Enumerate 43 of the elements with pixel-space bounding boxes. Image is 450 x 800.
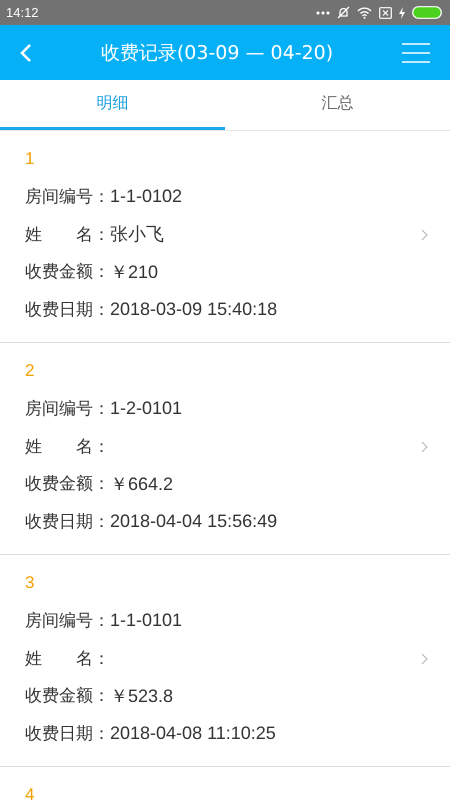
tab[interactable]: 汇总 bbox=[225, 80, 450, 130]
back-icon[interactable] bbox=[20, 42, 32, 62]
field-value: 2018-03-09 15:40:18 bbox=[110, 298, 278, 320]
field-label: 姓 名： bbox=[25, 224, 110, 246]
field-label: 姓 名： bbox=[25, 648, 110, 670]
field-label: 房间编号： bbox=[25, 610, 110, 632]
sim-icon bbox=[379, 6, 392, 18]
record-row[interactable]: 3 房间编号：1-1-0101 姓 名： 收费金额：￥523.8 收费日期：2018-04-08 11:10:25 bbox=[0, 555, 450, 767]
page-title: 收费记录(03-09 — 04-20) bbox=[100, 40, 334, 66]
field-value: 张小飞 bbox=[110, 223, 164, 246]
field-value: ￥210 bbox=[110, 260, 158, 284]
field-value: ￥523.8 bbox=[110, 684, 174, 708]
field-label: 收费日期： bbox=[25, 298, 110, 321]
record-row[interactable]: 2 房间编号：1-2-0101 姓 名： 收费金额：￥664.2 收费日期：2018-04-04 15:56:49 bbox=[0, 343, 450, 555]
record-row[interactable]: 1 房间编号：1-1-0102 姓 名：张小飞 收费金额：￥210 收费日期：2018-03-09 15:40:18 bbox=[0, 131, 450, 343]
alarm-off-icon bbox=[337, 6, 350, 19]
more-icon bbox=[316, 10, 330, 14]
status-time: 14:12 bbox=[6, 5, 39, 20]
field-label: 房间编号： bbox=[25, 186, 110, 208]
field-label: 收费金额： bbox=[25, 473, 110, 496]
charging-icon bbox=[399, 6, 405, 18]
chevron-right-icon bbox=[421, 229, 428, 241]
chevron-right-icon bbox=[421, 653, 428, 665]
field-label: 收费日期： bbox=[25, 722, 110, 745]
field-value: 2018-04-08 11:10:25 bbox=[110, 722, 276, 744]
field-label: 房间编号： bbox=[25, 398, 110, 420]
menu-icon[interactable] bbox=[402, 42, 430, 62]
record-number: 1 bbox=[25, 148, 36, 170]
field-label: 姓 名： bbox=[25, 436, 110, 458]
battery-icon bbox=[412, 6, 442, 19]
wifi-icon bbox=[357, 6, 372, 18]
chevron-right-icon bbox=[421, 441, 428, 453]
field-label: 收费金额： bbox=[25, 261, 110, 284]
record-number: 4 bbox=[25, 784, 36, 800]
field-value: 1-1-0101 bbox=[110, 610, 182, 632]
field-value: ￥664.2 bbox=[110, 472, 174, 496]
record-number: 3 bbox=[25, 572, 36, 594]
record-number: 2 bbox=[25, 360, 36, 382]
field-value: 1-1-0102 bbox=[110, 186, 182, 208]
field-value: 1-2-0101 bbox=[110, 398, 182, 420]
field-value: 2018-04-04 15:56:49 bbox=[110, 510, 278, 532]
field-label: 收费金额： bbox=[25, 685, 110, 708]
field-label: 收费日期： bbox=[25, 510, 110, 533]
